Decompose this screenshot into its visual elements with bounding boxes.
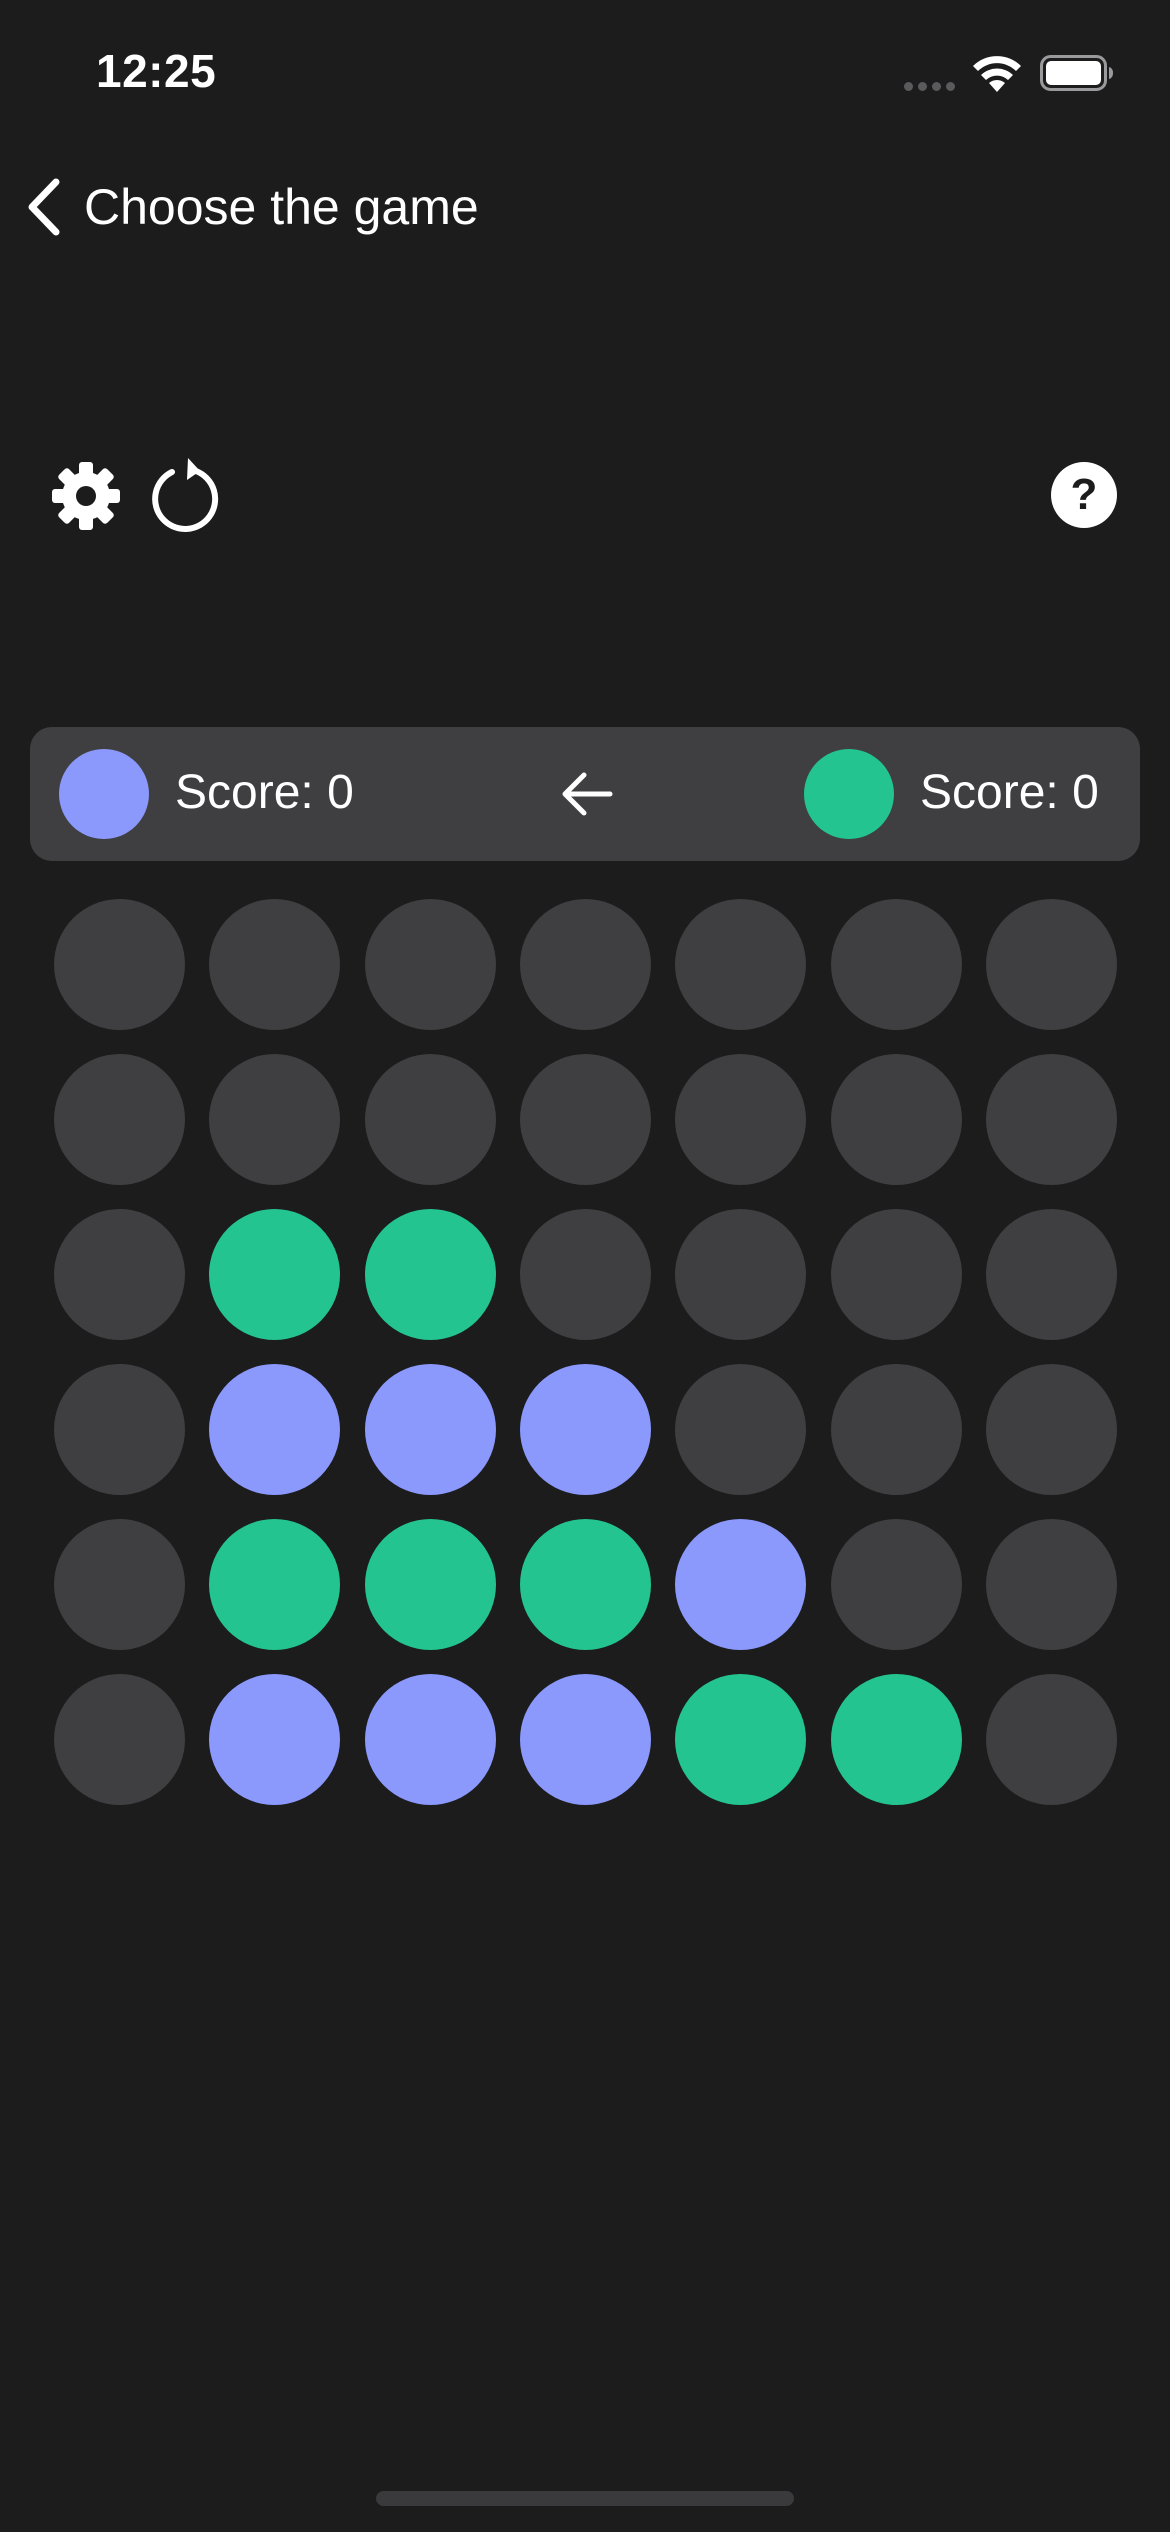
battery-icon [1040, 55, 1113, 91]
player2-token [804, 749, 894, 839]
home-indicator[interactable] [376, 2491, 794, 2506]
empty-slot[interactable] [675, 1209, 806, 1340]
empty-slot[interactable] [675, 1364, 806, 1495]
empty-slot[interactable] [986, 1364, 1117, 1495]
wifi-icon [973, 56, 1021, 92]
restart-button[interactable] [150, 456, 224, 532]
player1-token [59, 749, 149, 839]
player1-score: Score: 0 [175, 766, 354, 819]
game-board[interactable] [54, 899, 1117, 1805]
cellular-signal-icon [904, 82, 955, 91]
player2-piece[interactable] [520, 1519, 651, 1650]
empty-slot[interactable] [54, 899, 185, 1030]
empty-slot[interactable] [675, 899, 806, 1030]
empty-slot[interactable] [520, 1054, 651, 1185]
gear-icon [52, 462, 120, 530]
player2-piece[interactable] [209, 1519, 340, 1650]
empty-slot[interactable] [831, 1054, 962, 1185]
game-screen: 12:25 Choose the game ? Score: 0 Score: … [0, 0, 1170, 2532]
player2-piece[interactable] [209, 1209, 340, 1340]
player1-piece[interactable] [520, 1364, 651, 1495]
player1-piece[interactable] [365, 1674, 496, 1805]
player2-piece[interactable] [675, 1674, 806, 1805]
empty-slot[interactable] [986, 1519, 1117, 1650]
empty-slot[interactable] [831, 1519, 962, 1650]
player1-piece[interactable] [209, 1364, 340, 1495]
player1-piece[interactable] [209, 1674, 340, 1805]
empty-slot[interactable] [54, 1209, 185, 1340]
empty-slot[interactable] [986, 1674, 1117, 1805]
empty-slot[interactable] [831, 899, 962, 1030]
empty-slot[interactable] [831, 1364, 962, 1495]
chevron-left-icon [28, 178, 60, 236]
empty-slot[interactable] [54, 1364, 185, 1495]
empty-slot[interactable] [365, 1054, 496, 1185]
empty-slot[interactable] [54, 1519, 185, 1650]
player2-score: Score: 0 [920, 766, 1099, 819]
arrow-left-icon [562, 772, 613, 816]
score-bar: Score: 0 Score: 0 [30, 727, 1140, 861]
empty-slot[interactable] [365, 899, 496, 1030]
settings-button[interactable] [50, 460, 122, 532]
empty-slot[interactable] [54, 1674, 185, 1805]
empty-slot[interactable] [54, 1054, 185, 1185]
empty-slot[interactable] [675, 1054, 806, 1185]
empty-slot[interactable] [209, 899, 340, 1030]
empty-slot[interactable] [520, 899, 651, 1030]
back-label: Choose the game [84, 179, 479, 235]
player2-piece[interactable] [365, 1519, 496, 1650]
player1-piece[interactable] [365, 1364, 496, 1495]
player2-piece[interactable] [831, 1674, 962, 1805]
status-time: 12:25 [96, 45, 217, 97]
empty-slot[interactable] [831, 1209, 962, 1340]
empty-slot[interactable] [209, 1054, 340, 1185]
empty-slot[interactable] [986, 1054, 1117, 1185]
restart-icon [152, 458, 219, 532]
player2-piece[interactable] [365, 1209, 496, 1340]
player1-piece[interactable] [520, 1674, 651, 1805]
empty-slot[interactable] [520, 1209, 651, 1340]
back-button[interactable]: Choose the game [24, 172, 479, 242]
help-button[interactable]: ? [1051, 462, 1117, 528]
player1-piece[interactable] [675, 1519, 806, 1650]
empty-slot[interactable] [986, 899, 1117, 1030]
empty-slot[interactable] [986, 1209, 1117, 1340]
